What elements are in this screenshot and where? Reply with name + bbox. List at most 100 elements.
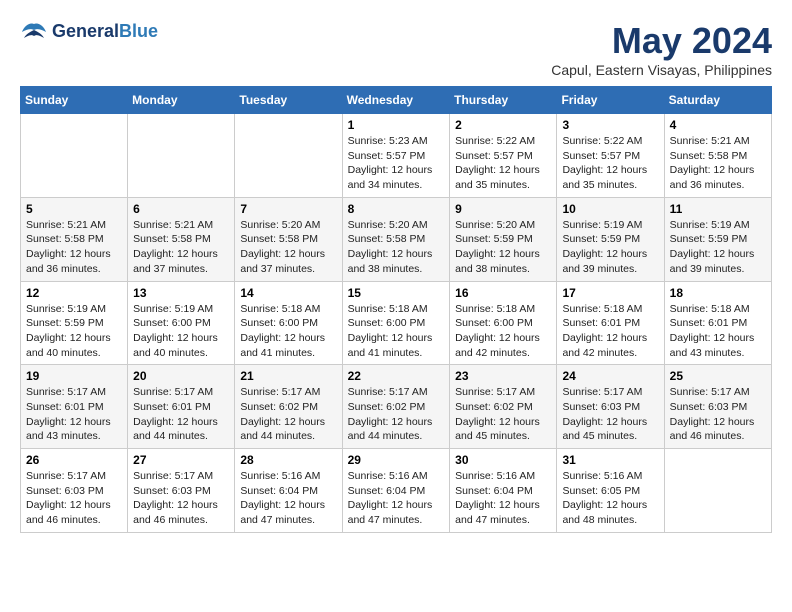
day-info: Sunrise: 5:20 AMSunset: 5:58 PMDaylight:… <box>348 218 445 277</box>
day-info: Sunrise: 5:19 AMSunset: 5:59 PMDaylight:… <box>26 302 122 361</box>
day-number: 8 <box>348 202 445 216</box>
day-number: 12 <box>26 286 122 300</box>
day-info: Sunrise: 5:18 AMSunset: 6:00 PMDaylight:… <box>455 302 551 361</box>
table-row: 14 Sunrise: 5:18 AMSunset: 6:00 PMDayligh… <box>235 281 342 365</box>
page-header: GeneralBlue May 2024 Capul, Eastern Visa… <box>20 20 772 78</box>
calendar-week-row: 5Sunrise: 5:21 AMSunset: 5:58 PMDaylight… <box>21 197 772 281</box>
location: Capul, Eastern Visayas, Philippines <box>551 62 772 78</box>
table-row: 22 Sunrise: 5:17 AMSunset: 6:02 PMDayligh… <box>342 365 450 449</box>
day-info: Sunrise: 5:23 AMSunset: 5:57 PMDaylight:… <box>348 134 445 193</box>
calendar-header-row: Sunday Monday Tuesday Wednesday Thursday… <box>21 87 772 114</box>
day-info: Sunrise: 5:18 AMSunset: 6:00 PMDaylight:… <box>348 302 445 361</box>
logo-icon <box>20 20 48 44</box>
day-number: 1 <box>348 118 445 132</box>
table-row: 8 Sunrise: 5:20 AMSunset: 5:58 PMDaylight… <box>342 197 450 281</box>
table-row: 29 Sunrise: 5:16 AMSunset: 6:04 PMDayligh… <box>342 449 450 533</box>
table-row: 7 Sunrise: 5:20 AMSunset: 5:58 PMDaylight… <box>235 197 342 281</box>
day-number: 29 <box>348 453 445 467</box>
day-number: 21 <box>240 369 336 383</box>
table-row: 3Sunrise: 5:22 AMSunset: 5:57 PMDaylight… <box>557 114 664 198</box>
table-row: 30 Sunrise: 5:16 AMSunset: 6:04 PMDayligh… <box>450 449 557 533</box>
day-number: 22 <box>348 369 445 383</box>
calendar-week-row: 26 Sunrise: 5:17 AMSunset: 6:03 PMDayligh… <box>21 449 772 533</box>
day-number: 16 <box>455 286 551 300</box>
day-info: Sunrise: 5:21 AMSunset: 5:58 PMDaylight:… <box>26 218 122 277</box>
table-row: 16 Sunrise: 5:18 AMSunset: 6:00 PMDayligh… <box>450 281 557 365</box>
day-number: 31 <box>562 453 658 467</box>
table-row: 31 Sunrise: 5:16 AMSunset: 6:05 PMDayligh… <box>557 449 664 533</box>
day-number: 17 <box>562 286 658 300</box>
day-info: Sunrise: 5:17 AMSunset: 6:03 PMDaylight:… <box>562 385 658 444</box>
table-row <box>235 114 342 198</box>
col-wednesday: Wednesday <box>342 87 450 114</box>
day-number: 15 <box>348 286 445 300</box>
day-number: 30 <box>455 453 551 467</box>
day-number: 18 <box>670 286 766 300</box>
table-row: 25 Sunrise: 5:17 AMSunset: 6:03 PMDayligh… <box>664 365 771 449</box>
calendar-week-row: 12 Sunrise: 5:19 AMSunset: 5:59 PMDayligh… <box>21 281 772 365</box>
table-row <box>664 449 771 533</box>
table-row: 19Sunrise: 5:17 AMSunset: 6:01 PMDayligh… <box>21 365 128 449</box>
day-info: Sunrise: 5:16 AMSunset: 6:05 PMDaylight:… <box>562 469 658 528</box>
calendar-week-row: 1 Sunrise: 5:23 AMSunset: 5:57 PMDaylight… <box>21 114 772 198</box>
col-monday: Monday <box>128 87 235 114</box>
calendar-week-row: 19Sunrise: 5:17 AMSunset: 6:01 PMDayligh… <box>21 365 772 449</box>
day-info: Sunrise: 5:16 AMSunset: 6:04 PMDaylight:… <box>240 469 336 528</box>
table-row: 5Sunrise: 5:21 AMSunset: 5:58 PMDaylight… <box>21 197 128 281</box>
day-info: Sunrise: 5:22 AMSunset: 5:57 PMDaylight:… <box>455 134 551 193</box>
day-number: 26 <box>26 453 122 467</box>
calendar-table: Sunday Monday Tuesday Wednesday Thursday… <box>20 86 772 533</box>
day-info: Sunrise: 5:17 AMSunset: 6:03 PMDaylight:… <box>670 385 766 444</box>
col-saturday: Saturday <box>664 87 771 114</box>
day-info: Sunrise: 5:17 AMSunset: 6:01 PMDaylight:… <box>133 385 229 444</box>
table-row: 20Sunrise: 5:17 AMSunset: 6:01 PMDayligh… <box>128 365 235 449</box>
day-number: 14 <box>240 286 336 300</box>
day-number: 11 <box>670 202 766 216</box>
day-number: 13 <box>133 286 229 300</box>
table-row <box>128 114 235 198</box>
table-row: 27 Sunrise: 5:17 AMSunset: 6:03 PMDayligh… <box>128 449 235 533</box>
day-number: 28 <box>240 453 336 467</box>
day-info: Sunrise: 5:17 AMSunset: 6:03 PMDaylight:… <box>26 469 122 528</box>
table-row: 21 Sunrise: 5:17 AMSunset: 6:02 PMDayligh… <box>235 365 342 449</box>
day-info: Sunrise: 5:17 AMSunset: 6:01 PMDaylight:… <box>26 385 122 444</box>
col-sunday: Sunday <box>21 87 128 114</box>
table-row: 2 Sunrise: 5:22 AMSunset: 5:57 PMDaylight… <box>450 114 557 198</box>
day-info: Sunrise: 5:17 AMSunset: 6:02 PMDaylight:… <box>348 385 445 444</box>
table-row: 6 Sunrise: 5:21 AMSunset: 5:58 PMDaylight… <box>128 197 235 281</box>
day-number: 27 <box>133 453 229 467</box>
day-info: Sunrise: 5:21 AMSunset: 5:58 PMDaylight:… <box>133 218 229 277</box>
day-info: Sunrise: 5:22 AMSunset: 5:57 PMDaylight:… <box>562 134 658 193</box>
day-info: Sunrise: 5:19 AMSunset: 6:00 PMDaylight:… <box>133 302 229 361</box>
day-number: 6 <box>133 202 229 216</box>
col-thursday: Thursday <box>450 87 557 114</box>
day-info: Sunrise: 5:20 AMSunset: 5:58 PMDaylight:… <box>240 218 336 277</box>
table-row: 1 Sunrise: 5:23 AMSunset: 5:57 PMDaylight… <box>342 114 450 198</box>
day-info: Sunrise: 5:17 AMSunset: 6:03 PMDaylight:… <box>133 469 229 528</box>
title-area: May 2024 Capul, Eastern Visayas, Philipp… <box>551 20 772 78</box>
day-number: 25 <box>670 369 766 383</box>
table-row: 28 Sunrise: 5:16 AMSunset: 6:04 PMDayligh… <box>235 449 342 533</box>
table-row: 9Sunrise: 5:20 AMSunset: 5:59 PMDaylight… <box>450 197 557 281</box>
table-row: 10 Sunrise: 5:19 AMSunset: 5:59 PMDayligh… <box>557 197 664 281</box>
logo-text: GeneralBlue <box>52 22 158 42</box>
table-row: 26 Sunrise: 5:17 AMSunset: 6:03 PMDayligh… <box>21 449 128 533</box>
day-number: 7 <box>240 202 336 216</box>
day-info: Sunrise: 5:16 AMSunset: 6:04 PMDaylight:… <box>455 469 551 528</box>
day-number: 10 <box>562 202 658 216</box>
col-friday: Friday <box>557 87 664 114</box>
day-info: Sunrise: 5:17 AMSunset: 6:02 PMDaylight:… <box>455 385 551 444</box>
day-number: 23 <box>455 369 551 383</box>
day-number: 24 <box>562 369 658 383</box>
table-row <box>21 114 128 198</box>
day-info: Sunrise: 5:16 AMSunset: 6:04 PMDaylight:… <box>348 469 445 528</box>
day-info: Sunrise: 5:19 AMSunset: 5:59 PMDaylight:… <box>562 218 658 277</box>
day-info: Sunrise: 5:18 AMSunset: 6:00 PMDaylight:… <box>240 302 336 361</box>
day-number: 2 <box>455 118 551 132</box>
table-row: 15 Sunrise: 5:18 AMSunset: 6:00 PMDayligh… <box>342 281 450 365</box>
day-info: Sunrise: 5:21 AMSunset: 5:58 PMDaylight:… <box>670 134 766 193</box>
table-row: 24 Sunrise: 5:17 AMSunset: 6:03 PMDayligh… <box>557 365 664 449</box>
day-info: Sunrise: 5:17 AMSunset: 6:02 PMDaylight:… <box>240 385 336 444</box>
table-row: 11Sunrise: 5:19 AMSunset: 5:59 PMDayligh… <box>664 197 771 281</box>
logo: GeneralBlue <box>20 20 158 44</box>
